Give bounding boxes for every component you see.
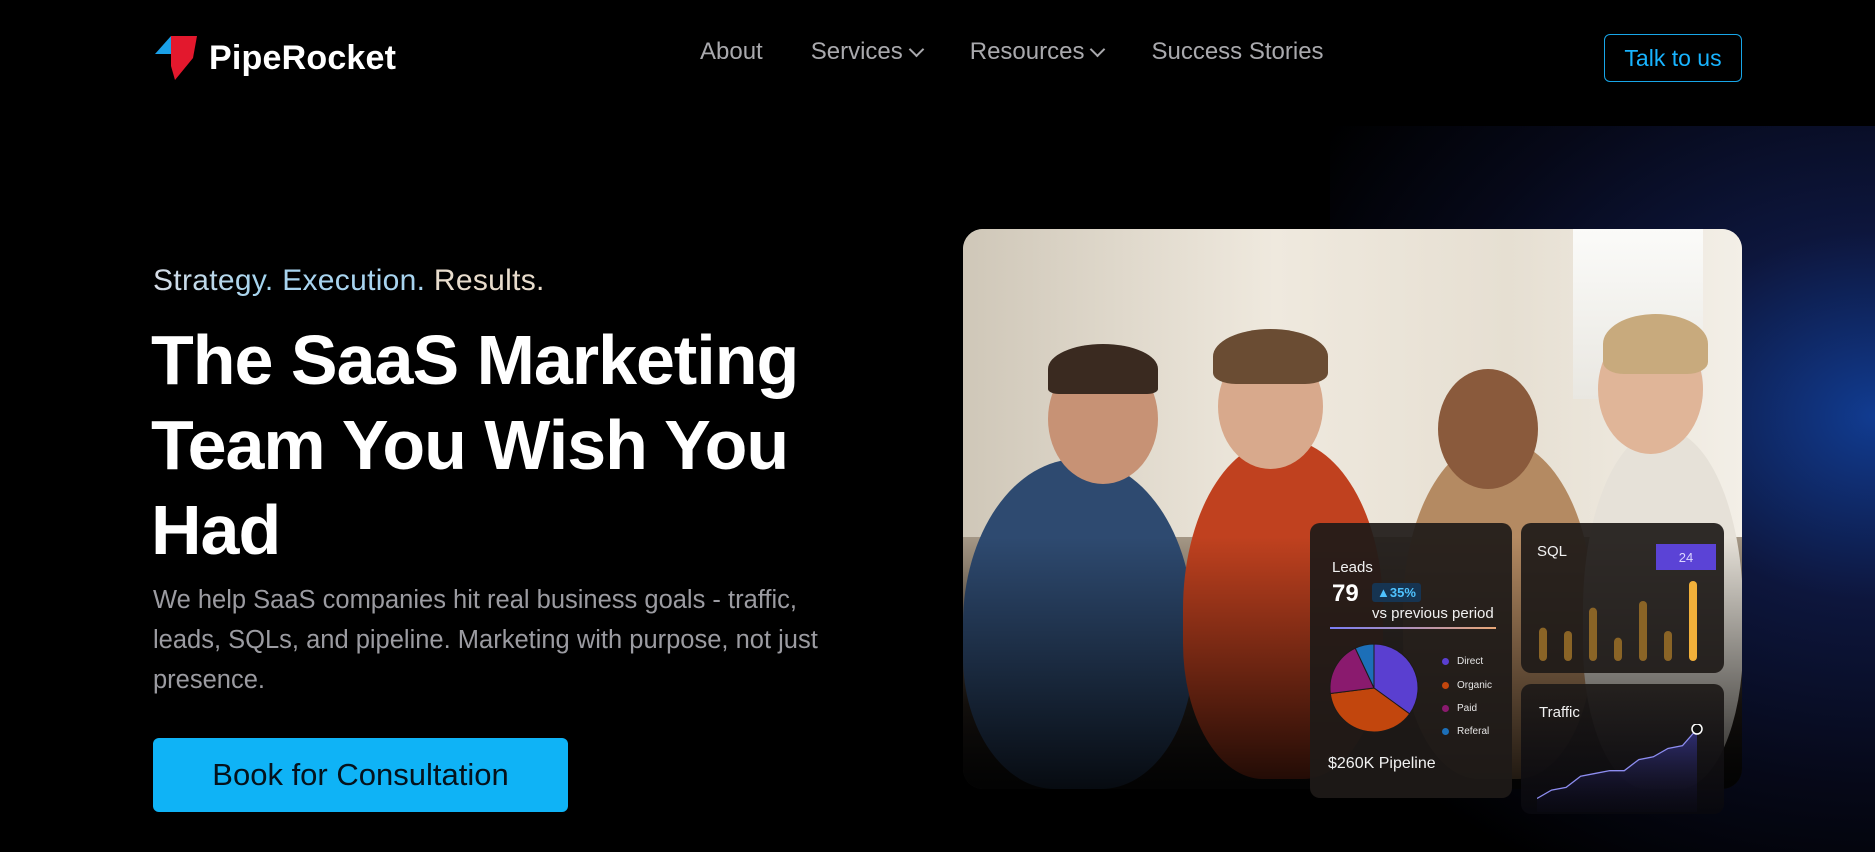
- nav-resources[interactable]: Resources: [969, 38, 1106, 66]
- legend-direct: Direct: [1442, 656, 1483, 667]
- hero-headline: The SaaS Marketing Team You Wish You Had: [151, 321, 799, 569]
- legend-referal: Referal: [1442, 726, 1489, 737]
- nav-success-stories[interactable]: Success Stories: [1151, 38, 1323, 66]
- book-consultation-button[interactable]: Book for Consultation: [153, 738, 568, 812]
- traffic-endpoint: [1691, 724, 1703, 735]
- leads-change-badge: ▲35%: [1372, 583, 1421, 602]
- brand-logo[interactable]: PipeRocket: [153, 36, 396, 80]
- leads-comparison: vs previous period: [1372, 605, 1494, 622]
- sql-bar-chart: [1539, 581, 1697, 661]
- legend-organic: Organic: [1442, 680, 1492, 691]
- traffic-title: Traffic: [1539, 704, 1580, 721]
- sql-bar: [1564, 631, 1572, 661]
- brand-name: PipeRocket: [209, 38, 397, 77]
- nav-success-stories-label: Success Stories: [1151, 38, 1324, 65]
- chevron-down-icon: [1090, 41, 1106, 57]
- traffic-area-chart: [1537, 724, 1703, 812]
- hero-tagline: Strategy. Execution. Results.: [153, 264, 545, 298]
- leads-value: 79: [1332, 580, 1359, 607]
- legend-paid-label: Paid: [1457, 703, 1478, 714]
- sql-badge: 24: [1656, 544, 1716, 570]
- sql-bar: [1639, 601, 1647, 661]
- sql-title: SQL: [1537, 543, 1568, 560]
- leads-change-value: 35%: [1389, 585, 1416, 600]
- rocket-logo-icon: [153, 36, 197, 80]
- legend-organic-swatch: [1442, 682, 1449, 689]
- nav-about[interactable]: About: [700, 38, 763, 66]
- leads-pie-chart: [1329, 643, 1419, 733]
- nav-services[interactable]: Services: [810, 38, 925, 66]
- pipeline-value: $260K Pipeline: [1328, 755, 1436, 772]
- leads-card: Leads 79 ▲35% vs previous period Direct …: [1310, 523, 1512, 798]
- legend-paid-swatch: [1442, 705, 1449, 712]
- legend-paid: Paid: [1442, 703, 1477, 714]
- legend-referal-label: Referal: [1457, 726, 1490, 737]
- legend-referal-swatch: [1442, 728, 1449, 735]
- hero-description: We help SaaS companies hit real business…: [153, 586, 818, 694]
- talk-to-us-button[interactable]: Talk to us: [1604, 34, 1742, 82]
- nav-services-label: Services: [810, 38, 903, 65]
- sql-bar: [1664, 631, 1672, 661]
- sql-bar: [1689, 581, 1697, 661]
- sql-bar: [1539, 627, 1547, 661]
- legend-direct-label: Direct: [1457, 656, 1484, 667]
- chevron-down-icon: [908, 41, 925, 57]
- tagline-execution: Execution.: [282, 264, 426, 297]
- leads-title: Leads: [1332, 559, 1373, 576]
- nav-about-label: About: [700, 38, 763, 65]
- legend-direct-swatch: [1442, 658, 1449, 665]
- sql-card: SQL 24: [1521, 523, 1724, 673]
- nav-resources-label: Resources: [969, 38, 1085, 65]
- leads-divider: [1330, 627, 1496, 629]
- tagline-strategy: Strategy.: [153, 264, 274, 297]
- sql-bar: [1589, 607, 1597, 661]
- traffic-card: Traffic: [1521, 684, 1724, 814]
- legend-organic-label: Organic: [1457, 680, 1493, 691]
- up-arrow-icon: ▲: [1377, 585, 1390, 600]
- sql-bar: [1614, 637, 1622, 661]
- main-nav: About Services Resources Success Stories: [700, 38, 1324, 66]
- tagline-results: Results.: [433, 264, 545, 297]
